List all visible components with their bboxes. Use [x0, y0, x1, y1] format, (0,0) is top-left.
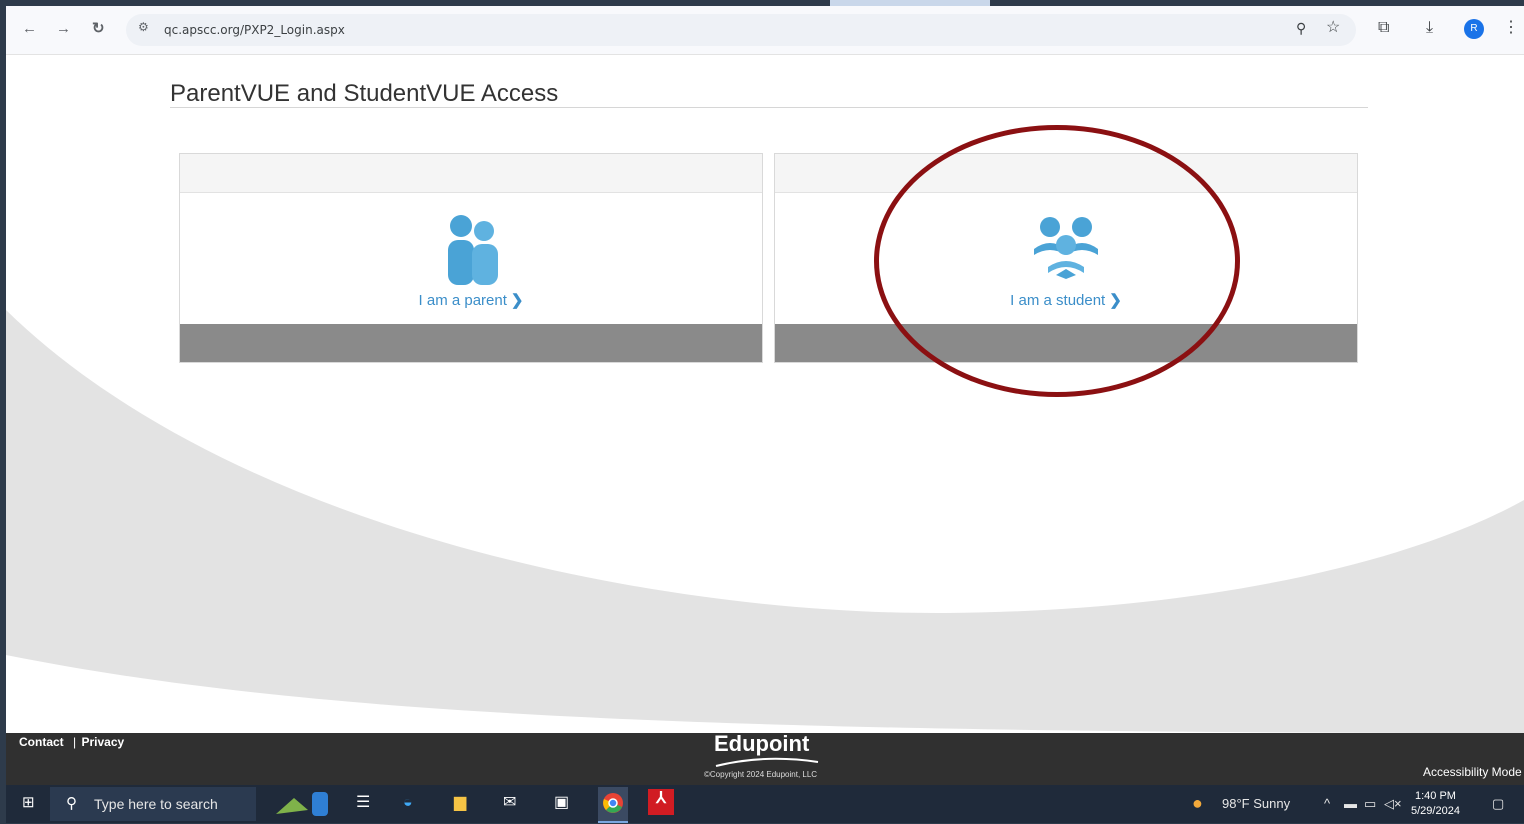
- privacy-link[interactable]: Privacy: [81, 735, 124, 749]
- parent-card[interactable]: I am a parent ❯: [179, 153, 763, 363]
- contact-link[interactable]: Contact: [19, 735, 64, 749]
- title-divider: [170, 107, 1368, 108]
- windows-start-icon[interactable]: ⊞: [22, 793, 35, 813]
- file-explorer-icon[interactable]: ▆: [454, 793, 466, 813]
- forward-icon[interactable]: →: [56, 20, 71, 38]
- bookmark-star-icon[interactable]: ☆: [1326, 19, 1340, 37]
- extensions-icon[interactable]: ⧉: [1378, 19, 1389, 37]
- parent-icon: [448, 215, 498, 285]
- search-icon: ⚲: [66, 795, 77, 812]
- zoom-icon[interactable]: ⚲: [1296, 19, 1306, 37]
- card-header: [180, 154, 762, 193]
- accessibility-mode-link[interactable]: Accessibility Mode: [1423, 765, 1522, 779]
- site-info-icon[interactable]: ⚙: [138, 20, 149, 34]
- footer-links: Contact | Privacy: [19, 735, 124, 749]
- profile-avatar[interactable]: R: [1464, 19, 1484, 39]
- system-clock[interactable]: 1:40 PM 5/29/2024: [1411, 789, 1460, 819]
- site-footer: Contact | Privacy Edupoint ©Copyright 20…: [6, 731, 1524, 785]
- volume-muted-icon[interactable]: ◁×: [1384, 796, 1402, 812]
- footer-separator: |: [73, 735, 77, 749]
- search-highlight-art: [276, 792, 328, 816]
- card-footer: [180, 324, 762, 362]
- chrome-icon: [603, 793, 623, 813]
- taskbar-search-placeholder: Type here to search: [94, 796, 218, 812]
- search-highlight-icon[interactable]: [274, 790, 334, 824]
- store-icon[interactable]: ▣: [554, 793, 569, 813]
- clock-date: 5/29/2024: [1411, 805, 1460, 817]
- page-title: ParentVUE and StudentVUE Access: [170, 80, 559, 107]
- browser-toolbar: ← → ↻ ⚙ qc.apscc.org/PXP2_Login.aspx ⚲ ☆…: [6, 6, 1524, 55]
- highlight-circle: [874, 125, 1240, 397]
- reload-icon[interactable]: ↻: [92, 20, 105, 38]
- weather-icon[interactable]: ●: [1192, 793, 1203, 814]
- weather-text[interactable]: 98°F Sunny: [1222, 796, 1290, 811]
- chrome-taskbar-button[interactable]: [598, 787, 628, 823]
- notification-icon[interactable]: ▢: [1492, 796, 1504, 812]
- tray-chevron-icon[interactable]: ^: [1324, 796, 1330, 811]
- clock-time: 1:40 PM: [1414, 790, 1456, 802]
- menu-kebab-icon[interactable]: ⋮: [1503, 19, 1519, 37]
- network-icon[interactable]: ▭: [1364, 796, 1376, 812]
- edupoint-logo: Edupoint: [714, 731, 810, 756]
- parent-link[interactable]: I am a parent ❯: [180, 291, 762, 309]
- page-content: ParentVUE and StudentVUE Access I am a p…: [6, 55, 1524, 733]
- battery-icon[interactable]: ▬: [1344, 796, 1357, 811]
- windows-taskbar: ⊞ ⚲ Type here to search ☰ ◒ ▆ ✉ ▣ ⅄ ● 98…: [6, 785, 1524, 823]
- download-icon[interactable]: ⤓: [1426, 19, 1433, 37]
- url-text[interactable]: qc.apscc.org/PXP2_Login.aspx: [164, 23, 345, 37]
- mail-icon[interactable]: ✉: [503, 793, 516, 813]
- parent-link-label[interactable]: I am a parent: [419, 292, 507, 309]
- chevron-right-icon: ❯: [510, 292, 524, 309]
- copyright-text: ©Copyright 2024 Edupoint, LLC: [704, 770, 818, 779]
- acrobat-icon[interactable]: ⅄: [648, 789, 674, 815]
- task-view-icon[interactable]: ☰: [356, 793, 370, 813]
- edge-icon[interactable]: ◒: [403, 793, 413, 813]
- back-icon[interactable]: ←: [22, 20, 37, 38]
- logo-swoosh: [715, 757, 819, 767]
- card-body[interactable]: I am a parent ❯: [180, 193, 762, 325]
